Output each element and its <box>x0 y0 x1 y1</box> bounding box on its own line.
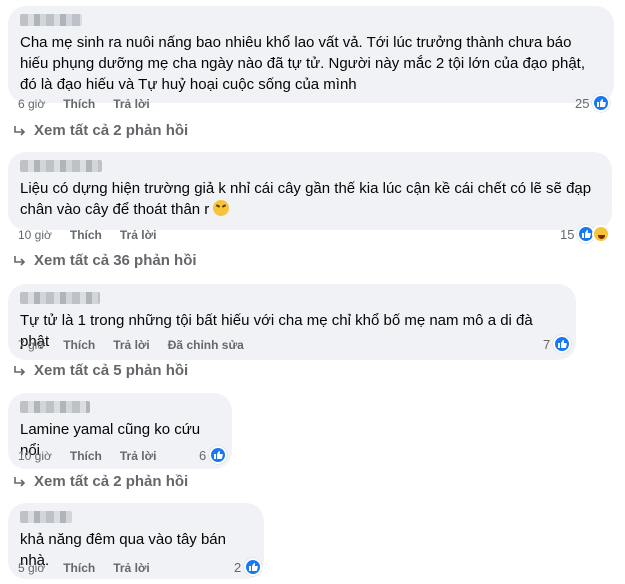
reaction-count: 15 <box>560 226 575 242</box>
view-replies-link[interactable]: Xem tất cả 36 phản hồi <box>12 252 197 269</box>
comment-bubble: Liệu có dựng hiện trường giả k nhỉ cái c… <box>8 152 612 230</box>
comment-1: Cha mẹ sinh ra nuôi nấng bao nhiêu khổ l… <box>8 6 614 103</box>
reaction-count: 7 <box>543 336 551 352</box>
like-icon <box>592 94 611 112</box>
reply-arrow-icon <box>14 476 26 487</box>
reply-arrow-icon <box>14 125 26 136</box>
like-link[interactable]: Thích <box>70 228 102 242</box>
reaction-summary[interactable]: 7 <box>543 335 572 353</box>
author-name-blurred[interactable] <box>20 160 102 172</box>
tired-face-emoji-icon <box>213 200 230 216</box>
comment-bubble: Cha mẹ sinh ra nuôi nấng bao nhiêu khổ l… <box>8 6 614 103</box>
edited-label[interactable]: Đã chỉnh sửa <box>168 338 244 352</box>
reply-link[interactable]: Trả lời <box>120 449 157 463</box>
view-replies-link[interactable]: Xem tất cả 2 phản hồi <box>12 473 188 490</box>
comment-actions: 5 giờ Thích Trả lời <box>18 560 150 576</box>
comment-text-body: Liệu có dựng hiện trường giả k nhỉ cái c… <box>20 180 592 218</box>
comment-time[interactable]: 10 giờ <box>18 449 52 463</box>
haha-icon <box>592 225 611 243</box>
view-replies-label: Xem tất cả 5 phản hồi <box>34 362 189 379</box>
comment-actions: 6 giờ Thích Trả lời <box>18 96 150 112</box>
comment-actions: 7 giờ Thích Trả lời Đã chỉnh sửa <box>18 337 244 353</box>
view-replies-label: Xem tất cả 2 phản hồi <box>34 473 189 490</box>
like-icon <box>244 558 263 576</box>
author-name-blurred[interactable] <box>20 511 72 523</box>
like-link[interactable]: Thích <box>63 97 95 111</box>
view-replies-label: Xem tất cả 2 phản hồi <box>34 122 189 139</box>
like-icon <box>553 335 572 353</box>
comment-time[interactable]: 6 giờ <box>18 97 45 111</box>
reply-arrow-icon <box>14 365 26 376</box>
view-replies-link[interactable]: Xem tất cả 2 phản hồi <box>12 122 188 139</box>
comment-text: Liệu có dựng hiện trường giả k nhỉ cái c… <box>20 178 600 220</box>
reaction-count: 6 <box>199 447 207 463</box>
reply-arrow-icon <box>14 255 26 266</box>
reaction-summary[interactable]: 25 <box>575 94 611 112</box>
reply-link[interactable]: Trả lời <box>120 228 157 242</box>
comment-time[interactable]: 10 giờ <box>18 228 52 242</box>
reply-link[interactable]: Trả lời <box>113 561 150 575</box>
author-name-blurred[interactable] <box>20 14 82 26</box>
reaction-count: 2 <box>234 559 242 575</box>
reply-link[interactable]: Trả lời <box>113 97 150 111</box>
like-link[interactable]: Thích <box>63 338 95 352</box>
author-name-blurred[interactable] <box>20 292 100 304</box>
reaction-summary[interactable]: 2 <box>234 558 263 576</box>
like-icon <box>209 446 228 464</box>
author-name-blurred[interactable] <box>20 401 90 413</box>
reply-link[interactable]: Trả lời <box>113 338 150 352</box>
comment-actions: 10 giờ Thích Trả lời <box>18 448 156 464</box>
comment-time[interactable]: 5 giờ <box>18 561 45 575</box>
reaction-count: 25 <box>575 95 590 111</box>
comment-text: Cha mẹ sinh ra nuôi nấng bao nhiêu khổ l… <box>20 34 586 93</box>
like-link[interactable]: Thích <box>70 449 102 463</box>
comment-actions: 10 giờ Thích Trả lời <box>18 227 156 243</box>
comment-2: Liệu có dựng hiện trường giả k nhỉ cái c… <box>8 152 612 230</box>
view-replies-label: Xem tất cả 36 phản hồi <box>34 252 197 269</box>
like-link[interactable]: Thích <box>63 561 95 575</box>
reaction-summary[interactable]: 6 <box>199 446 228 464</box>
comment-time[interactable]: 7 giờ <box>18 338 45 352</box>
view-replies-link[interactable]: Xem tất cả 5 phản hồi <box>12 362 188 379</box>
reaction-summary[interactable]: 15 <box>560 225 611 243</box>
